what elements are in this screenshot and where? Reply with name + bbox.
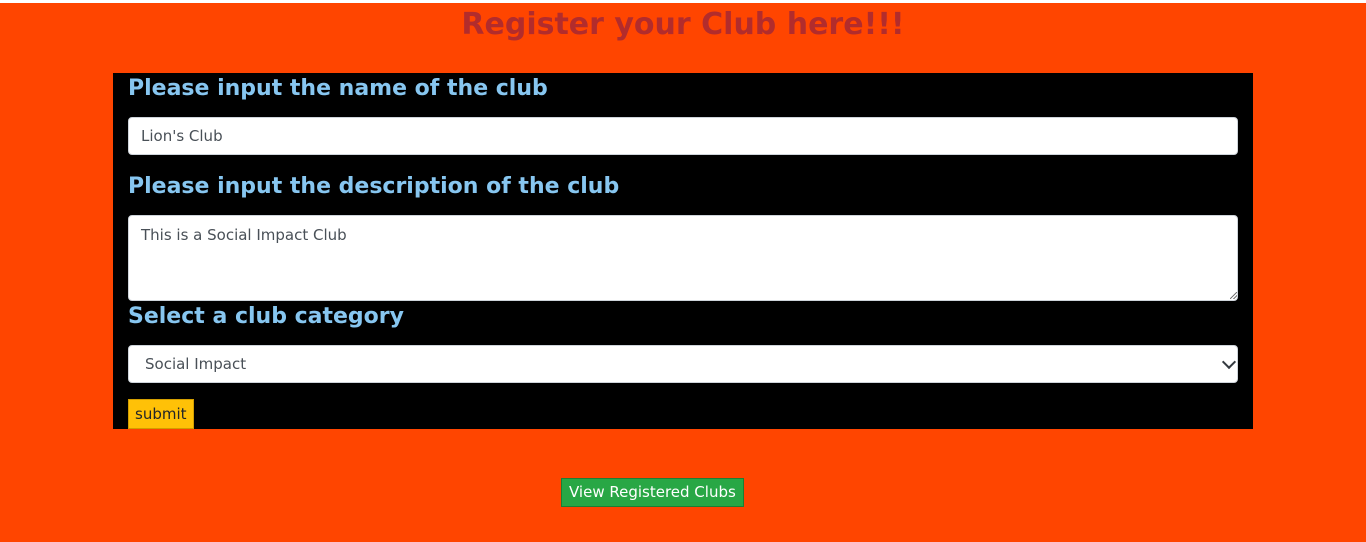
club-description-label: Please input the description of the club [128, 174, 620, 199]
view-registered-clubs-button[interactable]: View Registered Clubs [561, 478, 744, 507]
club-name-label: Please input the name of the club [128, 76, 548, 101]
resize-grip-icon[interactable] [1230, 292, 1237, 299]
page-background: Register your Club here!!! Please input … [0, 3, 1366, 542]
club-name-input[interactable] [128, 117, 1238, 155]
club-category-label: Select a club category [128, 304, 404, 329]
club-category-selected-value: Social Impact [145, 355, 247, 373]
submit-button[interactable]: submit [128, 399, 194, 429]
club-registration-form: Please input the name of the club Please… [113, 73, 1253, 429]
club-description-textarea[interactable]: This is a Social Impact Club [128, 215, 1238, 301]
page-title: Register your Club here!!! [461, 7, 905, 42]
club-category-select[interactable]: Social Impact [128, 345, 1238, 383]
